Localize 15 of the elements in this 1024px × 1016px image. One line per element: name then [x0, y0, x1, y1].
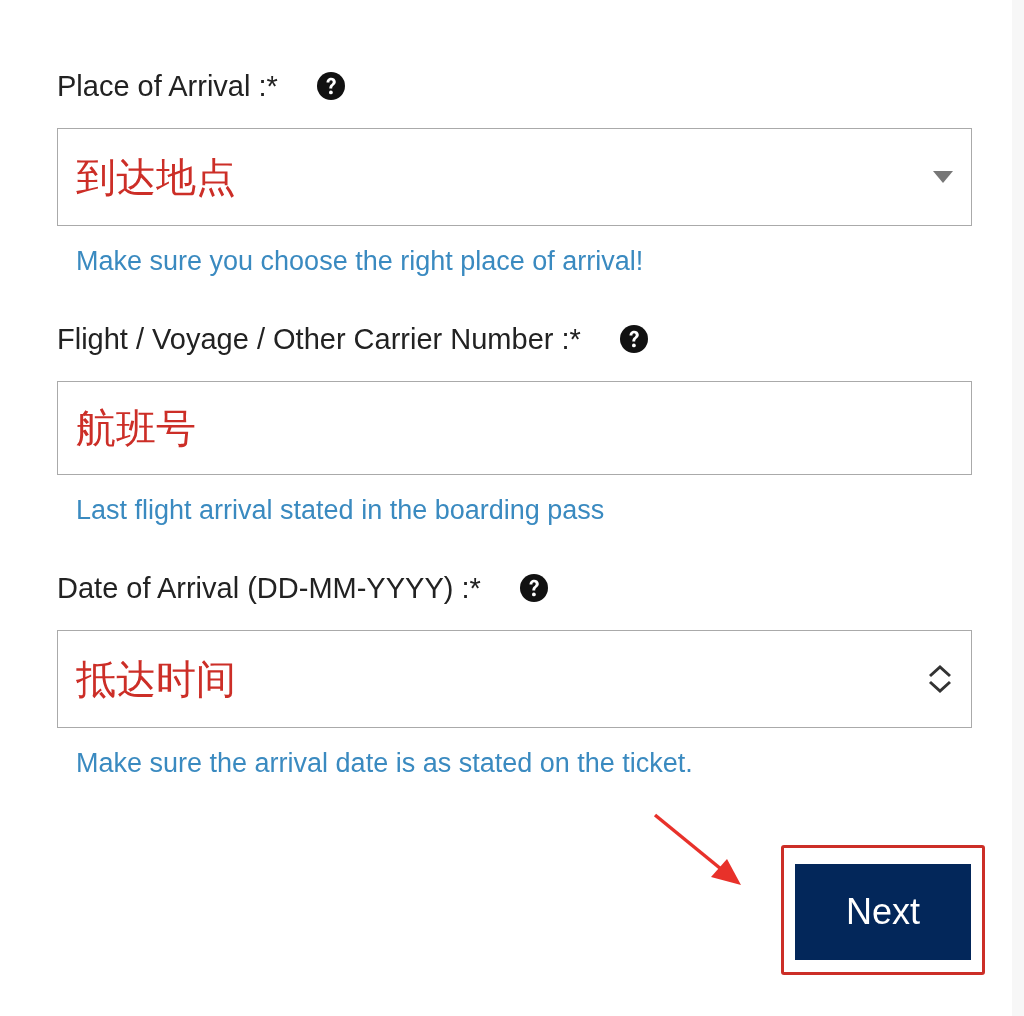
up-down-chevron-icon [927, 664, 953, 694]
dropdown-caret-icon [933, 171, 953, 183]
date-field[interactable]: 抵达时间 [57, 630, 972, 728]
input-field[interactable]: 航班号 [57, 381, 972, 475]
help-icon[interactable] [618, 324, 649, 354]
dropdown-field[interactable]: 到达地点 [57, 128, 972, 226]
next-button[interactable]: Next [795, 864, 971, 960]
hint-text: Last flight arrival stated in the boarding pass [76, 494, 606, 527]
hint-text: Make sure the arrival date is as stated on the ticket. [76, 747, 694, 780]
help-icon[interactable] [315, 71, 346, 101]
help-icon[interactable] [518, 573, 549, 603]
field-label: Flight / Voyage / Other Carrier Number :* [57, 322, 581, 357]
field-label: Place of Arrival :* [57, 69, 278, 104]
field-label: Date of Arrival (DD-MM-YYYY) :* [57, 571, 481, 606]
hint-text: Make sure you choose the right place of arrival! [76, 245, 645, 278]
